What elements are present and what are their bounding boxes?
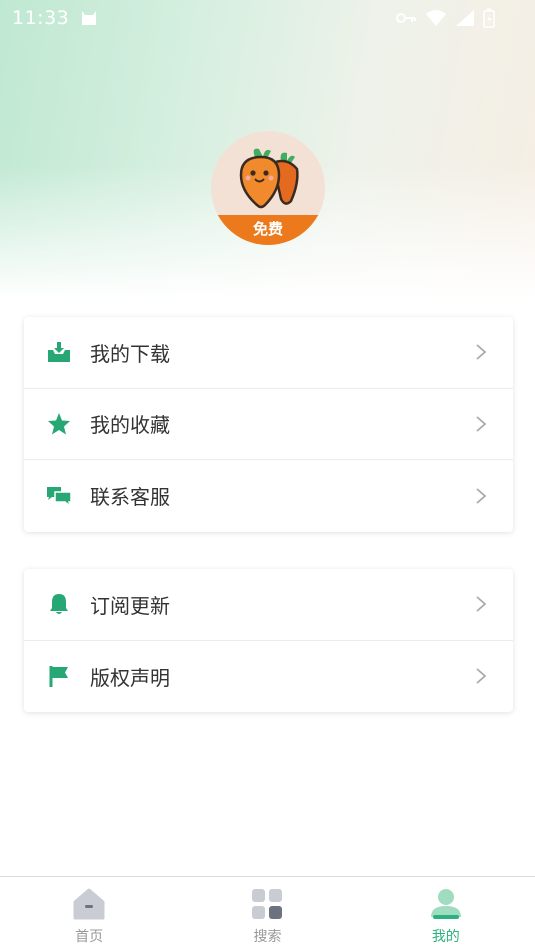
menu-card-secondary: 订阅更新 版权声明 (24, 569, 513, 712)
battery-icon (483, 8, 495, 28)
menu-item-copyright[interactable]: 版权声明 (24, 641, 513, 713)
chevron-right-icon (476, 668, 487, 684)
menu-item-label: 订阅更新 (90, 593, 170, 618)
status-bar: 11:33 (0, 0, 535, 36)
star-icon (46, 411, 72, 437)
cat-notification-icon (82, 11, 97, 25)
chat-bubbles-icon (46, 483, 72, 509)
free-badge: 免费 (211, 215, 325, 245)
menu-item-favorites[interactable]: 我的收藏 (24, 389, 513, 460)
tab-label: 首页 (75, 929, 104, 945)
status-time: 11:33 (12, 7, 70, 29)
chevron-right-icon (476, 344, 487, 360)
signal-icon (456, 10, 474, 26)
menu-card-primary: 我的下载 我的收藏 联系客服 (24, 317, 513, 532)
menu-item-label: 我的收藏 (90, 413, 170, 438)
bell-icon (46, 591, 72, 617)
user-icon (430, 889, 461, 919)
menu-item-label: 联系客服 (90, 485, 170, 510)
menu-item-label: 版权声明 (90, 665, 170, 690)
tab-label: 我的 (431, 929, 460, 945)
menu-item-label: 我的下载 (90, 341, 170, 366)
tab-label: 搜索 (253, 929, 282, 945)
menu-item-downloads[interactable]: 我的下载 (24, 317, 513, 389)
chevron-right-icon (476, 596, 487, 612)
bottom-tab-bar: 首页 搜索 我的 (0, 876, 535, 951)
grid-icon (252, 889, 283, 919)
free-badge-label: 免费 (252, 220, 283, 238)
home-icon (73, 888, 105, 920)
avatar[interactable]: 免费 (211, 131, 325, 245)
wifi-icon (426, 10, 446, 26)
menu-item-subscribe-updates[interactable]: 订阅更新 (24, 569, 513, 641)
chevron-right-icon (476, 488, 487, 504)
carrot-mascot-icon (239, 148, 299, 209)
download-tray-icon (46, 339, 72, 365)
tab-mine[interactable]: 我的 (357, 877, 535, 951)
status-icons (395, 8, 495, 28)
flag-icon (46, 663, 72, 689)
chevron-right-icon (476, 416, 487, 432)
menu-item-customer-service[interactable]: 联系客服 (24, 460, 513, 532)
tab-search[interactable]: 搜索 (178, 877, 356, 951)
tab-home[interactable]: 首页 (0, 877, 178, 951)
key-icon (396, 13, 416, 23)
